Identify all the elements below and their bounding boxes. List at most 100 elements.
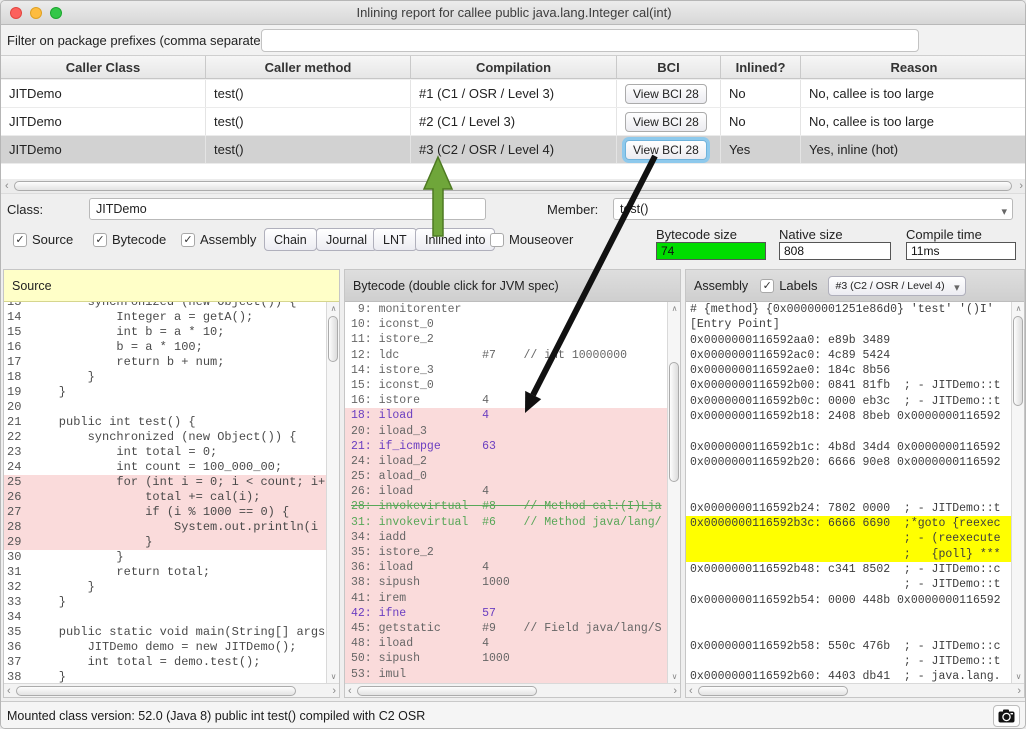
source-code-text: for (int i = 0; i < count; i+ (30, 475, 326, 490)
scroll-up-icon[interactable]: ∧ (668, 304, 681, 313)
line-number: 30 (4, 550, 30, 565)
scroll-down-icon[interactable]: ∨ (668, 672, 681, 681)
bytecode-view[interactable]: 9: monitorenter10: iconst_011: istore_21… (345, 302, 667, 683)
table-row[interactable]: JITDemotest()#1 (C1 / OSR / Level 3)View… (1, 80, 1026, 108)
bytecode-panel-header: Bytecode (double click for JVM spec) (345, 270, 680, 302)
assembly-line: 0x0000000116592ac0: 4c89 5424 (686, 348, 1011, 363)
scroll-up-icon[interactable]: ∧ (327, 304, 340, 313)
scrollbar-thumb[interactable] (669, 362, 679, 482)
source-line: 36 JITDemo demo = new JITDemo(); (4, 640, 326, 655)
source-line: 34 (4, 610, 326, 625)
scroll-down-icon[interactable]: ∨ (327, 672, 340, 681)
inlining-table: JITDemotest()#1 (C1 / OSR / Level 3)View… (1, 80, 1026, 179)
bytecode-line: 12: ldc #7 // int 10000000 (345, 348, 667, 363)
mouseover-checkbox[interactable]: ✓ (490, 233, 504, 247)
assembly-line (686, 608, 1011, 623)
scroll-up-icon[interactable]: ∧ (1012, 304, 1025, 313)
source-checkbox[interactable]: ✓ (13, 233, 27, 247)
scroll-down-icon[interactable]: ∨ (1012, 672, 1025, 681)
bytecode-toggle[interactable]: ✓ Bytecode (93, 232, 166, 247)
column-header: Compilation (411, 56, 617, 78)
member-label: Member: (547, 202, 598, 217)
scroll-left-icon[interactable]: ‹ (7, 684, 11, 698)
scrollbar-thumb[interactable] (1013, 316, 1023, 406)
source-vertical-scrollbar[interactable]: ∧ ∨ (326, 302, 339, 683)
column-header: Caller Class (1, 56, 206, 78)
class-member-bar: Class: JITDemo Member: test() ▾ (1, 194, 1026, 224)
compilation-cell: #3 (C2 / OSR / Level 4) (411, 136, 617, 163)
bytecode-vertical-scrollbar[interactable]: ∧ ∨ (667, 302, 680, 683)
assembly-checkbox[interactable]: ✓ (181, 233, 195, 247)
mouseover-toggle[interactable]: ✓ Mouseover (490, 232, 573, 247)
scroll-right-icon[interactable]: › (1017, 684, 1021, 698)
assembly-toggle[interactable]: ✓ Assembly (181, 232, 256, 247)
scroll-left-icon[interactable]: ‹ (5, 179, 9, 194)
assembly-line: 0x0000000116592b20: 6666 90e8 0x00000001… (686, 455, 1011, 470)
scroll-left-icon[interactable]: ‹ (689, 684, 693, 698)
source-code-text: return total; (30, 565, 326, 580)
assembly-vertical-scrollbar[interactable]: ∧ ∨ (1011, 302, 1024, 683)
source-line: 30 } (4, 550, 326, 565)
app-window: Inlining report for callee public java.l… (0, 0, 1026, 729)
source-panel-title: Source (12, 279, 52, 293)
table-row[interactable]: JITDemotest()#2 (C1 / Level 3)View BCI 2… (1, 108, 1026, 136)
scrollbar-thumb[interactable] (328, 316, 338, 362)
bytecode-panel-title: Bytecode (double click for JVM spec) (353, 279, 559, 293)
compilation-select[interactable]: #3 (C2 / OSR / Level 4) ▾ (828, 276, 966, 296)
scroll-right-icon[interactable]: › (1019, 179, 1023, 194)
inlined-into-button[interactable]: Inlined into (415, 228, 495, 251)
chain-button[interactable]: Chain (264, 228, 317, 251)
lnt-button[interactable]: LNT (373, 228, 417, 251)
line-number: 14 (4, 310, 30, 325)
line-number: 31 (4, 565, 30, 580)
line-number: 35 (4, 625, 30, 640)
labels-toggle[interactable]: ✓ Labels (760, 278, 817, 293)
scrollbar-thumb[interactable] (16, 686, 296, 696)
class-field[interactable]: JITDemo (89, 198, 486, 220)
line-number: 20 (4, 400, 30, 415)
labels-checkbox[interactable]: ✓ (760, 279, 774, 293)
assembly-view[interactable]: # {method} {0x00000001251e86d0} 'test' '… (686, 302, 1011, 683)
filter-input[interactable] (261, 29, 919, 52)
screenshot-button[interactable] (993, 705, 1020, 727)
member-combobox[interactable]: test() ▾ (613, 198, 1013, 220)
close-button[interactable] (10, 7, 22, 19)
line-number: 22 (4, 430, 30, 445)
caller-method-cell: test() (206, 80, 411, 107)
assembly-panel: Assembly ✓ Labels #3 (C2 / OSR / Level 4… (685, 269, 1025, 698)
checkmark-icon: ✓ (763, 279, 772, 292)
scrollbar-thumb[interactable] (357, 686, 537, 696)
assembly-horizontal-scrollbar[interactable]: ‹ › (686, 683, 1024, 697)
table-horizontal-scrollbar[interactable]: ‹ › (1, 179, 1026, 194)
line-number: 19 (4, 385, 30, 400)
column-header: Reason (801, 56, 1026, 78)
bytecode-checkbox[interactable]: ✓ (93, 233, 107, 247)
journal-button[interactable]: Journal (316, 228, 377, 251)
source-code-view[interactable]: 13 synchronized (new Object()) {14 Integ… (4, 302, 326, 683)
scroll-left-icon[interactable]: ‹ (348, 684, 352, 698)
view-bci-button[interactable]: View BCI 28 (625, 140, 707, 160)
scrollbar-thumb[interactable] (14, 181, 1012, 191)
source-toggle[interactable]: ✓ Source (13, 232, 73, 247)
scroll-right-icon[interactable]: › (332, 684, 336, 698)
assembly-line: 0x0000000116592b58: 550c 476b ; - JITDem… (686, 639, 1011, 654)
line-number: 13 (4, 302, 30, 310)
title-bar: Inlining report for callee public java.l… (1, 1, 1026, 25)
assembly-line (686, 486, 1011, 501)
zoom-button[interactable] (50, 7, 62, 19)
assembly-panel-title: Assembly (694, 279, 748, 293)
scroll-right-icon[interactable]: › (673, 684, 677, 698)
source-code-text: total += cal(i); (30, 490, 326, 505)
class-label: Class: (7, 202, 43, 217)
source-line: 33 } (4, 595, 326, 610)
minimize-button[interactable] (30, 7, 42, 19)
source-line: 35 public static void main(String[] args (4, 625, 326, 640)
view-bci-button[interactable]: View BCI 28 (625, 84, 707, 104)
view-bci-button[interactable]: View BCI 28 (625, 112, 707, 132)
table-row[interactable]: JITDemotest()#3 (C2 / OSR / Level 4)View… (1, 136, 1026, 164)
bytecode-horizontal-scrollbar[interactable]: ‹ › (345, 683, 680, 697)
reason-cell: Yes, inline (hot) (801, 136, 1026, 163)
scrollbar-thumb[interactable] (698, 686, 848, 696)
source-horizontal-scrollbar[interactable]: ‹ › (4, 683, 339, 697)
source-code-text (30, 400, 326, 415)
